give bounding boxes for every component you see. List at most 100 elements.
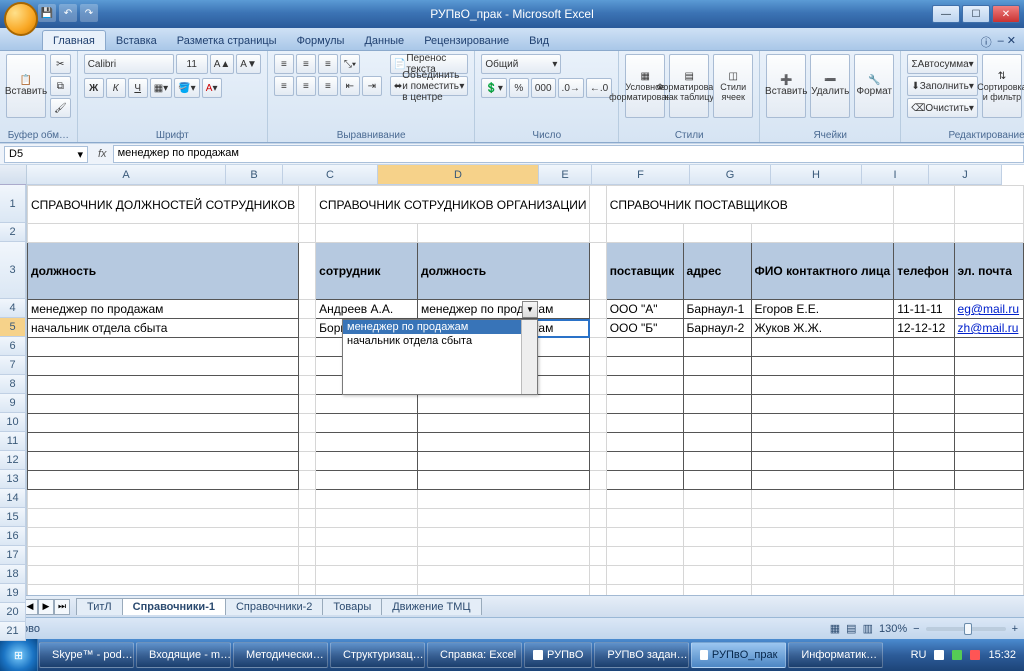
cell-F3[interactable]: поставщик [606,243,683,300]
cell-H5[interactable]: Жуков Ж.Ж. [751,319,894,338]
close-button[interactable]: ✕ [992,5,1020,23]
cell-H10[interactable] [751,414,894,433]
cell-I16[interactable] [894,528,954,547]
row-header-5[interactable]: 5 [0,318,26,337]
row-header-12[interactable]: 12 [0,451,26,470]
taskbar-item[interactable]: Информатик… [788,642,883,668]
taskbar-item[interactable]: РУПвО [524,642,592,668]
sheet-nav-last[interactable]: ⏭ [54,599,70,615]
tray-lang[interactable]: RU [911,649,927,661]
increase-decimal-button[interactable]: .0→ [558,78,584,98]
cell-B10[interactable] [299,414,316,433]
tab-home[interactable]: Главная [42,30,106,50]
comma-button[interactable]: 000 [531,78,556,98]
col-header-F[interactable]: F [592,165,690,185]
cell-F2[interactable] [606,224,683,243]
cell-I10[interactable] [894,414,954,433]
row-header-10[interactable]: 10 [0,413,26,432]
row-header-19[interactable]: 19 [0,584,26,603]
taskbar-item[interactable]: РУПвО задан… [594,642,689,668]
row-header-17[interactable]: 17 [0,546,26,565]
cell-F19[interactable] [606,585,683,596]
cell-D17[interactable] [417,547,590,566]
cell-A5[interactable]: начальник отдела сбыта [28,319,299,338]
name-box[interactable]: D5▾ [4,146,88,163]
align-middle-button[interactable]: ≡ [296,54,316,74]
cell-E8[interactable] [590,376,606,395]
cell-C4[interactable]: Андреев А.А. [316,300,418,319]
sheet-tab-2[interactable]: Справочники-2 [225,598,323,615]
zoom-out-button[interactable]: − [913,623,919,635]
cell-A2[interactable] [28,224,299,243]
row-header-20[interactable]: 20 [0,603,26,622]
cell-E5[interactable] [590,319,606,338]
cell-A8[interactable] [28,376,299,395]
qat-save-icon[interactable]: 💾 [38,4,56,22]
qat-undo-icon[interactable]: ↶ [59,4,77,22]
cell-D16[interactable] [417,528,590,547]
cell-C19[interactable] [316,585,418,596]
cell-J14[interactable] [954,490,1023,509]
cell-B18[interactable] [299,566,316,585]
cell-D10[interactable] [417,414,590,433]
cell-G5[interactable]: Барнаул-2 [683,319,751,338]
taskbar-item[interactable]: РУПвО_прак [691,642,786,668]
cell-A11[interactable] [28,433,299,452]
ribbon-min-icon[interactable]: – ✕ [998,34,1016,50]
cell-J17[interactable] [954,547,1023,566]
row-header-3[interactable]: 3 [0,242,26,299]
cell-A6[interactable] [28,338,299,357]
cell-J3[interactable]: эл. почта [954,243,1023,300]
taskbar-item[interactable]: Методически… [233,642,328,668]
cell-A12[interactable] [28,452,299,471]
cell-I13[interactable] [894,471,954,490]
row-header-14[interactable]: 14 [0,489,26,508]
fx-icon[interactable]: fx [98,148,107,160]
zoom-level[interactable]: 130% [879,623,907,635]
view-normal-icon[interactable]: ▦ [830,622,840,635]
cell-C2[interactable] [316,224,418,243]
col-header-H[interactable]: H [771,165,862,185]
col-header-G[interactable]: G [690,165,771,185]
row-header-11[interactable]: 11 [0,432,26,451]
shrink-font-button[interactable]: A▼ [236,54,261,74]
office-button[interactable] [4,2,38,36]
cell-F17[interactable] [606,547,683,566]
cell-B19[interactable] [299,585,316,596]
cell-E4[interactable] [590,300,606,319]
cell-D11[interactable] [417,433,590,452]
qat-redo-icon[interactable]: ↷ [80,4,98,22]
sheet-nav-next[interactable]: ▶ [38,599,54,615]
select-all-corner[interactable] [0,165,26,185]
increase-indent-button[interactable]: ⇥ [362,76,382,96]
cell-B12[interactable] [299,452,316,471]
cell-J19[interactable] [954,585,1023,596]
cell-A13[interactable] [28,471,299,490]
cell-D3[interactable]: должность [417,243,590,300]
cell-F6[interactable] [606,338,683,357]
cell-G6[interactable] [683,338,751,357]
paste-button[interactable]: 📋Вставить [6,54,46,118]
zoom-in-button[interactable]: + [1012,623,1018,635]
cell-E11[interactable] [590,433,606,452]
cell-E15[interactable] [590,509,606,528]
cell-E7[interactable] [590,357,606,376]
align-center-button[interactable]: ≡ [296,76,316,96]
cell-H14[interactable] [751,490,894,509]
cell-I3[interactable]: телефон [894,243,954,300]
decrease-indent-button[interactable]: ⇤ [340,76,360,96]
col-header-I[interactable]: I [862,165,929,185]
cell-B15[interactable] [299,509,316,528]
cell-G17[interactable] [683,547,751,566]
cell-A1[interactable]: СПРАВОЧНИК ДОЛЖНОСТЕЙ СОТРУДНИКОВ [28,186,299,224]
cell-G8[interactable] [683,376,751,395]
row-header-13[interactable]: 13 [0,470,26,489]
cell-G15[interactable] [683,509,751,528]
cell-E14[interactable] [590,490,606,509]
grow-font-button[interactable]: A▲ [210,54,235,74]
cell-H12[interactable] [751,452,894,471]
cell-D2[interactable] [417,224,590,243]
cell-A16[interactable] [28,528,299,547]
cell-J8[interactable] [954,376,1023,395]
cell-J9[interactable] [954,395,1023,414]
